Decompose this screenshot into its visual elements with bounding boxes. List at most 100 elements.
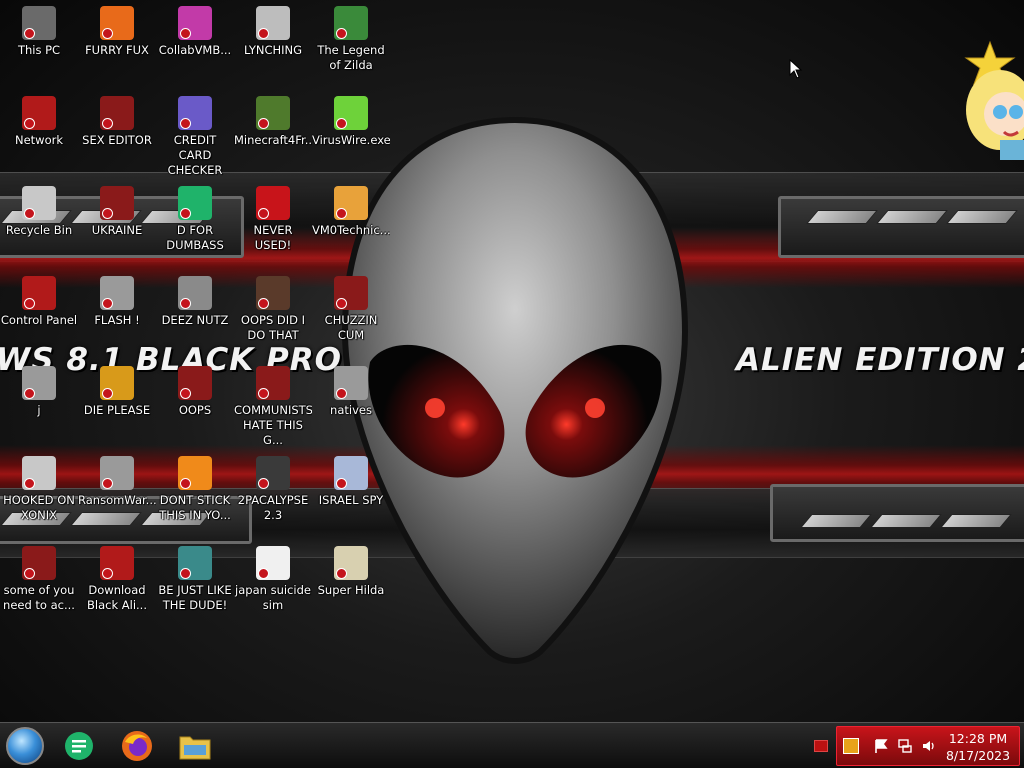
document-icon [256, 546, 290, 580]
desktop-icon[interactable]: japan suicide sim [234, 546, 312, 613]
desktop-icon-label: OOPS DID I DO THAT [240, 313, 306, 342]
shortcut-badge-icon [24, 28, 35, 39]
desktop-icon[interactable]: j [0, 366, 78, 418]
show-hidden-icons-button[interactable] [814, 740, 828, 752]
desktop-icon-label: japan suicide sim [235, 583, 311, 612]
taskbar-pin-file-explorer[interactable] [178, 729, 212, 763]
spy-icon [334, 456, 368, 490]
file-icon [100, 186, 134, 220]
file-icon [256, 366, 290, 400]
desktop-icon-label: DONT STICK THIS IN YO... [159, 493, 231, 522]
desktop-icon[interactable]: UKRAINE [78, 186, 156, 238]
taskbar: 12:28 PM 8/17/2023 [0, 722, 1024, 768]
desktop-icon-label: This PC [17, 43, 61, 57]
desktop-icon[interactable]: LYNCHING [234, 6, 312, 58]
start-button[interactable] [6, 727, 44, 765]
desktop-icon[interactable]: ISRAEL SPY [312, 456, 390, 508]
zelda-icon [334, 6, 368, 40]
desktop-icon[interactable]: D FOR DUMBASS [156, 186, 234, 253]
clock[interactable]: 12:28 PM 8/17/2023 [937, 730, 1019, 764]
stack-icon [178, 276, 212, 310]
volume-icon[interactable] [921, 738, 937, 754]
desktop-icon[interactable]: VM0Technic... [312, 186, 390, 238]
flag-icon[interactable] [873, 738, 889, 754]
desktop-icon[interactable]: natives [312, 366, 390, 418]
dude-icon [178, 546, 212, 580]
shortcut-badge-icon [258, 388, 269, 399]
desktop-icon[interactable]: COMMUNISTS HATE THIS G... [234, 366, 312, 448]
shortcut-badge-icon [180, 118, 191, 129]
desktop-icon[interactable]: RansomWar... [78, 456, 156, 508]
recycle-bin-icon [22, 186, 56, 220]
wallpaper-text-right: ALIEN EDITION 201 [736, 342, 1024, 378]
desktop-icon-label: OOPS [178, 403, 212, 417]
desktop-icon[interactable]: FURRY FUX [78, 6, 156, 58]
desktop-icon[interactable]: some of you need to ac... [0, 546, 78, 613]
desktop-icon[interactable]: VirusWire.exe [312, 96, 390, 148]
shortcut-badge-icon [180, 568, 191, 579]
desktop-icon-label: 2PACALYPSE 2.3 [237, 493, 309, 522]
dev-icon [256, 186, 290, 220]
wallpaper-stripes [806, 210, 1018, 224]
desktop-icon-label: natives [330, 403, 372, 417]
desktop-icon[interactable]: Network [0, 96, 78, 148]
shortcut-badge-icon [336, 208, 347, 219]
desktop-icon[interactable]: CREDIT CARD CHECKER [156, 96, 234, 178]
cartoon-character-icon [964, 40, 1024, 160]
desktop-icon[interactable]: FLASH ! [78, 276, 156, 328]
desktop-icon-label: BE JUST LIKE THE DUDE! [158, 583, 232, 612]
desktop-icon[interactable]: Super Hilda [312, 546, 390, 598]
desktop-icon-label: The Legend of Zilda [317, 43, 385, 72]
desktop-icon-label: LYNCHING [243, 43, 303, 57]
file-icon [100, 276, 134, 310]
alien-head-logo [341, 116, 689, 664]
desktop-icon[interactable]: CollabVMB... [156, 6, 234, 58]
shortcut-badge-icon [336, 298, 347, 309]
d-icon [178, 186, 212, 220]
desktop-icon[interactable]: NEVER USED! [234, 186, 312, 253]
shortcut-badge-icon [180, 478, 191, 489]
desktop-icon[interactable]: Recycle Bin [0, 186, 78, 238]
desktop-icon-label: Control Panel [0, 313, 78, 327]
desktop-icon[interactable]: Download Black Ali... [78, 546, 156, 613]
notes-icon [65, 732, 93, 760]
minecraft-icon [256, 96, 290, 130]
desktop-icon-label: D FOR DUMBASS [166, 223, 224, 252]
desktop-icon[interactable]: DIE PLEASE [78, 366, 156, 418]
desktop-icon-label: Download Black Ali... [87, 583, 147, 612]
desktop-icon[interactable]: BE JUST LIKE THE DUDE! [156, 546, 234, 613]
desktop-icon[interactable]: 2PACALYPSE 2.3 [234, 456, 312, 523]
taskbar-pin-notes[interactable] [62, 729, 96, 763]
desktop-icon-label: some of you need to ac... [3, 583, 75, 612]
shortcut-badge-icon [258, 118, 269, 129]
app-icon[interactable] [843, 738, 859, 754]
desktop-icon[interactable]: SEX EDITOR [78, 96, 156, 148]
skull-icon [100, 456, 134, 490]
desktop-icon-label: COMMUNISTS HATE THIS G... [234, 403, 312, 447]
network-icon[interactable] [897, 738, 913, 754]
desktop-icon-label: CollabVMB... [158, 43, 232, 57]
shortcut-badge-icon [336, 118, 347, 129]
system-tray: 12:28 PM 8/17/2023 [836, 726, 1020, 766]
desktop-icon-label: RansomWar... [78, 493, 156, 507]
shortcut-badge-icon [336, 478, 347, 489]
desktop-icon-label: Network [14, 133, 64, 147]
shortcut-badge-icon [102, 298, 113, 309]
shortcut-badge-icon [102, 478, 113, 489]
taskbar-pin-firefox[interactable] [120, 729, 154, 763]
user-icon [334, 186, 368, 220]
desktop-icon[interactable]: Minecraft4Fr... [234, 96, 312, 148]
desktop-icon[interactable]: The Legend of Zilda [312, 6, 390, 73]
desktop-icon[interactable]: This PC [0, 6, 78, 58]
desktop-icon[interactable]: Control Panel [0, 276, 78, 328]
desktop-icon[interactable]: CHUZZIN CUM [312, 276, 390, 343]
desktop-icon[interactable]: OOPS [156, 366, 234, 418]
desktop-icon[interactable]: OOPS DID I DO THAT [234, 276, 312, 343]
mouse-cursor-icon [789, 59, 803, 79]
desktop-icon[interactable]: DONT STICK THIS IN YO... [156, 456, 234, 523]
shortcut-badge-icon [24, 568, 35, 579]
desktop-icon-label: j [37, 403, 41, 417]
file-icon [22, 546, 56, 580]
desktop-icon[interactable]: DEEZ NUTZ [156, 276, 234, 328]
desktop-icon[interactable]: HOOKED ON XONIX [0, 456, 78, 523]
